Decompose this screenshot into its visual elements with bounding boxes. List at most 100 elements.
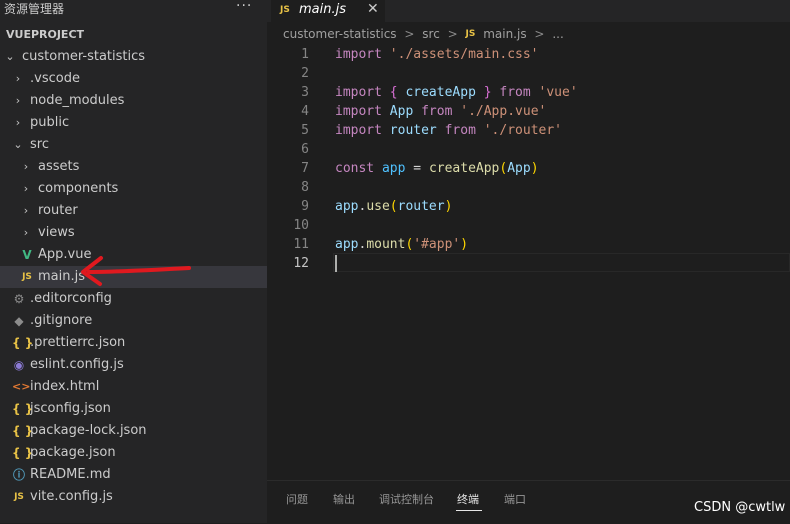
tab-main-js[interactable]: JS main.js ✕ — [271, 0, 385, 22]
tree-item-label: assets — [38, 159, 80, 174]
project-header[interactable]: VUEPROJECT — [0, 24, 267, 46]
code-line[interactable]: 1 import './assets/main.css' — [267, 45, 790, 64]
tree-item-label: index.html — [30, 379, 100, 394]
code-token: '#app' — [413, 237, 461, 252]
breadcrumb-separator-icon: > — [447, 26, 458, 41]
breadcrumb-item-src[interactable]: src — [422, 27, 440, 41]
code-text: import App from './App.vue' — [335, 102, 546, 121]
breadcrumb-item-symbols[interactable]: ... — [552, 27, 563, 41]
tree-item[interactable]: › assets — [0, 156, 267, 178]
code-line[interactable]: 8 — [267, 178, 790, 197]
code-line[interactable]: 9 app.use(router) — [267, 197, 790, 216]
code-line[interactable]: 2 — [267, 64, 790, 83]
line-number: 11 — [293, 237, 309, 252]
code-token: } — [483, 85, 492, 100]
tree-item[interactable]: JS vite.config.js — [0, 486, 267, 508]
tree-item[interactable]: <> index.html — [0, 376, 267, 398]
panel-tab-debug-console[interactable]: 调试控制台 — [379, 491, 434, 507]
code-token: ) — [444, 199, 453, 214]
code-token: App — [507, 161, 531, 176]
chevron-down-icon: ⌄ — [13, 138, 23, 151]
chevron-right-icon: › — [23, 204, 29, 217]
line-number: 10 — [293, 218, 309, 233]
bottom-panel: 问题 输出 调试控制台 终端 端口 CSDN @cwtlw — [267, 480, 790, 524]
panel-tab-ports[interactable]: 端口 — [504, 491, 526, 507]
json-file-icon: { } — [12, 424, 34, 438]
vue-file-icon: V — [22, 248, 32, 262]
tree-item[interactable]: { } package-lock.json — [0, 420, 267, 442]
code-line[interactable]: 4 import App from './App.vue' — [267, 102, 790, 121]
js-file-icon: JS — [465, 28, 476, 39]
code-token: 'vue' — [538, 85, 578, 100]
code-text: app.use(router) — [335, 197, 452, 216]
tree-item[interactable]: { } .prettierrc.json — [0, 332, 267, 354]
code-line[interactable]: 11 app.mount('#app') — [267, 235, 790, 254]
code-token: router — [397, 199, 445, 214]
tree-item[interactable]: › .vscode — [0, 68, 267, 90]
tree-item[interactable]: { } package.json — [0, 442, 267, 464]
html-file-icon: <> — [12, 380, 31, 393]
code-line[interactable]: 5 import router from './router' — [267, 121, 790, 140]
tree-item[interactable]: › node_modules — [0, 90, 267, 112]
tree-item[interactable]: ◆ .gitignore — [0, 310, 267, 332]
tree-item[interactable]: JS main.js — [0, 266, 267, 288]
tree-item[interactable]: { } jsconfig.json — [0, 398, 267, 420]
code-token: = — [405, 161, 429, 176]
panel-tab-terminal[interactable]: 终端 — [457, 491, 479, 507]
tree-item[interactable]: ⓘ README.md — [0, 464, 267, 486]
tree-item[interactable]: ⌄ customer-statistics — [0, 46, 267, 68]
code-token: './assets/main.css' — [389, 47, 539, 62]
tree-item[interactable]: › public — [0, 112, 267, 134]
code-line[interactable]: 7 const app = createApp(App) — [267, 159, 790, 178]
tree-item-label: customer-statistics — [22, 49, 146, 64]
breadcrumb-item-project[interactable]: customer-statistics — [283, 27, 397, 41]
close-icon[interactable]: ✕ — [367, 1, 379, 17]
tree-item-label: main.js — [38, 269, 85, 284]
tree-item[interactable]: ◉ eslint.config.js — [0, 354, 267, 376]
code-line[interactable]: 6 — [267, 140, 790, 159]
code-token: import — [335, 47, 382, 62]
code-token: ( — [389, 199, 398, 214]
code-token: createApp — [428, 161, 500, 176]
code-token: ) — [530, 161, 539, 176]
tree-item[interactable]: › components — [0, 178, 267, 200]
more-actions-icon[interactable]: ··· — [236, 0, 252, 14]
code-line[interactable]: 12 — [267, 253, 790, 273]
code-line[interactable]: 10 — [267, 216, 790, 235]
tree-item-label: vite.config.js — [30, 489, 113, 504]
line-number: 5 — [301, 123, 309, 138]
line-number: 4 — [301, 104, 309, 119]
explorer-sidebar: 资源管理器 ··· VUEPROJECT ⌄ customer-statistic… — [0, 0, 267, 523]
code-token: { — [389, 85, 398, 100]
line-number: 12 — [293, 256, 309, 271]
code-token: from — [421, 104, 453, 119]
breadcrumb: customer-statistics > src > JS main.js >… — [283, 26, 564, 44]
tree-item[interactable]: ⚙ .editorconfig — [0, 288, 267, 310]
tree-item[interactable]: › views — [0, 222, 267, 244]
line-number: 6 — [301, 142, 309, 157]
breadcrumb-item-file[interactable]: main.js — [483, 27, 526, 41]
tree-item-label: eslint.config.js — [30, 357, 124, 372]
code-text: import './assets/main.css' — [335, 45, 539, 64]
panel-tab-problems[interactable]: 问题 — [286, 491, 308, 507]
explorer-title: 资源管理器 — [4, 2, 65, 16]
code-token: './App.vue' — [460, 104, 547, 119]
tree-item[interactable]: ⌄ src — [0, 134, 267, 156]
js-file-icon: JS — [280, 5, 290, 15]
panel-tab-output[interactable]: 输出 — [333, 491, 355, 507]
tree-item-label: .prettierrc.json — [30, 335, 126, 350]
chevron-down-icon: ⌄ — [5, 50, 15, 63]
line-number: 1 — [301, 47, 309, 62]
code-line[interactable]: 3 import { createApp } from 'vue' — [267, 83, 790, 102]
tree-item[interactable]: V App.vue — [0, 244, 267, 266]
code-token: createApp — [405, 85, 476, 100]
tree-item[interactable]: › router — [0, 200, 267, 222]
code-token: import — [335, 85, 382, 100]
